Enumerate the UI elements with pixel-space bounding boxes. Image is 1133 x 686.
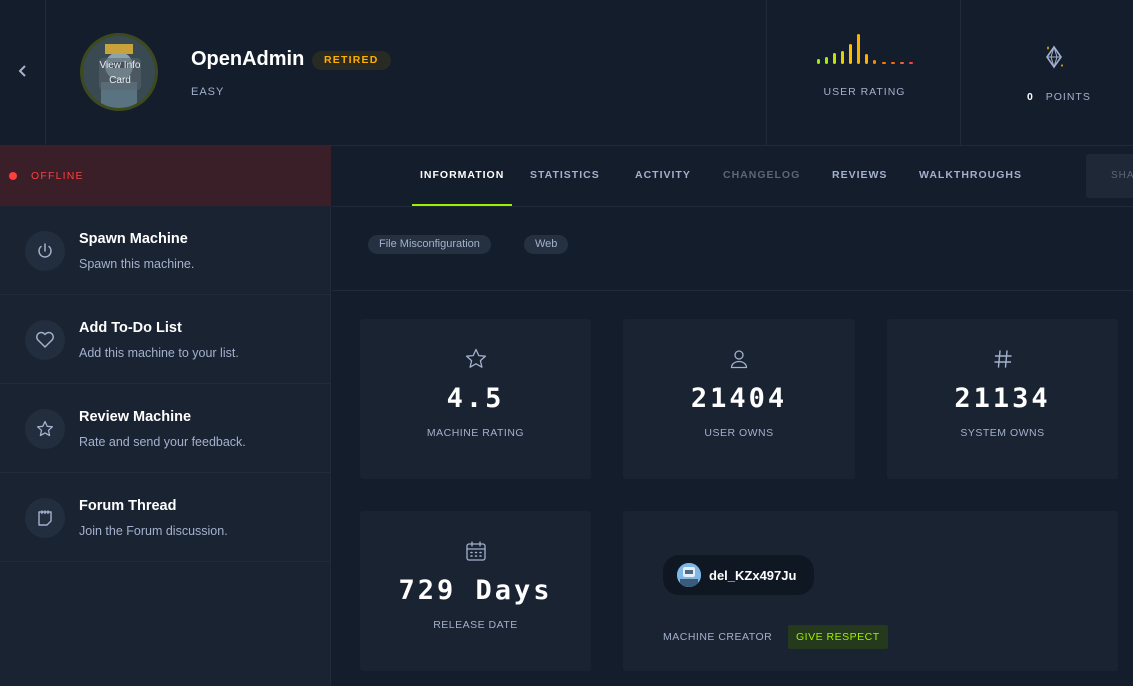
hash-icon: [991, 347, 1015, 376]
machine-creator-card: del_KZx497Ju MACHINE CREATOR GIVE RESPEC…: [623, 511, 1118, 671]
tab-changelog[interactable]: CHANGELOG: [723, 146, 800, 206]
action-subtitle: Rate and send your feedback.: [79, 435, 246, 449]
action-subtitle: Join the Forum discussion.: [79, 524, 228, 538]
power-icon: [25, 231, 65, 271]
release-date-value: 729 Days: [398, 575, 553, 606]
machine-creator-label: MACHINE CREATOR: [663, 631, 773, 643]
tag-chip[interactable]: File Misconfiguration: [368, 235, 491, 254]
status-badge: RETIRED: [312, 51, 391, 70]
release-date-label: RELEASE DATE: [433, 619, 518, 631]
points-value: 0: [1027, 91, 1034, 103]
status-text: OFFLINE: [31, 170, 84, 182]
share-button[interactable]: SHA: [1086, 154, 1133, 198]
tag-chip[interactable]: Web: [524, 235, 569, 254]
tab-information[interactable]: INFORMATION: [412, 146, 513, 206]
spawn-machine-button[interactable]: Spawn Machine Spawn this machine.: [0, 206, 331, 295]
review-machine-button[interactable]: Review Machine Rate and send your feedba…: [0, 384, 331, 473]
tab-walkthroughs[interactable]: WALKTHROUGHS: [919, 146, 1022, 206]
heart-icon: [25, 320, 65, 360]
tab-activity[interactable]: ACTIVITY: [635, 146, 691, 206]
user-icon: [727, 347, 751, 376]
points-label: POINTS: [1045, 91, 1091, 103]
status-dot: [9, 172, 17, 180]
system-owns-value: 21134: [954, 383, 1051, 414]
add-todo-button[interactable]: Add To-Do List Add this machine to your …: [0, 295, 331, 384]
points-panel: 0 POINTS: [962, 0, 1133, 146]
machine-tabs: INFORMATION STATISTICS ACTIVITY CHANGELO…: [332, 146, 1133, 207]
system-owns-label: SYSTEM OWNS: [960, 427, 1045, 439]
user-owns-label: USER OWNS: [704, 427, 774, 439]
diamond-icon: [1043, 44, 1065, 70]
tab-statistics[interactable]: STATISTICS: [530, 146, 600, 206]
star-icon: [464, 347, 488, 376]
machine-actions-sidebar: OFFLINE Spawn Machine Spawn this machine…: [0, 146, 331, 686]
tab-reviews[interactable]: REVIEWS: [832, 146, 887, 206]
user-owns-value: 21404: [690, 383, 788, 414]
give-respect-button[interactable]: GIVE RESPECT: [788, 625, 888, 649]
system-owns-card: 21134 SYSTEM OWNS: [887, 319, 1118, 479]
action-title: Add To-Do List: [79, 320, 182, 336]
user-owns-card: 21404 USER OWNS: [623, 319, 855, 479]
forum-thread-button[interactable]: Forum Thread Join the Forum discussion.: [0, 473, 331, 562]
difficulty-label: EASY: [191, 86, 225, 98]
machine-rating-label: MACHINE RATING: [426, 427, 525, 439]
view-info-card-label[interactable]: View Info Card: [99, 58, 141, 90]
creator-name: del_KZx497Ju: [709, 567, 797, 583]
action-subtitle: Spawn this machine.: [79, 257, 195, 271]
user-rating-panel: USER RATING: [766, 0, 961, 146]
action-title: Review Machine: [79, 409, 192, 425]
back-button[interactable]: [0, 0, 46, 146]
machine-name: OpenAdmin: [191, 48, 305, 70]
machine-status-bar: OFFLINE: [0, 146, 331, 206]
machine-rating-card: 4.5 MACHINE RATING: [360, 319, 591, 479]
machine-tags: File Misconfiguration Web: [332, 207, 1133, 291]
creator-profile-chip[interactable]: del_KZx497Ju: [663, 555, 815, 595]
points-display: 0 POINTS: [1027, 91, 1091, 103]
calendar-icon: [464, 539, 488, 568]
rating-distribution-bars: [817, 34, 913, 64]
release-date-card: 729 Days RELEASE DATE: [360, 511, 591, 671]
action-title: Forum Thread: [79, 498, 177, 514]
star-icon: [25, 409, 65, 449]
avatar: [677, 563, 701, 587]
user-rating-label: USER RATING: [823, 86, 906, 98]
machine-avatar[interactable]: View Info Card: [80, 33, 158, 111]
machine-header: View Info Card OpenAdmin RETIRED EASY US…: [0, 0, 1133, 146]
forum-icon: [25, 498, 65, 538]
chevron-left-icon: [17, 64, 29, 83]
action-subtitle: Add this machine to your list.: [79, 346, 239, 360]
machine-rating-value: 4.5: [446, 383, 505, 414]
action-title: Spawn Machine: [79, 231, 188, 247]
